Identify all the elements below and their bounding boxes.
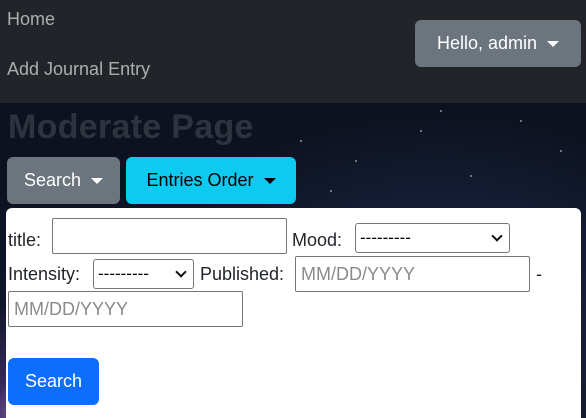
- caret-down-icon: [263, 177, 276, 184]
- intensity-select-value: ---------: [98, 264, 149, 283]
- caret-down-icon: [91, 177, 104, 184]
- published-to-input[interactable]: [8, 291, 243, 327]
- intensity-label: Intensity:: [8, 264, 81, 284]
- page-title: Moderate Page: [8, 108, 254, 146]
- nav-home-link[interactable]: Home: [7, 9, 55, 30]
- search-submit-button[interactable]: Search: [8, 358, 99, 405]
- entries-order-toggle-button[interactable]: Entries Order: [126, 157, 296, 204]
- mood-select-value: ---------: [360, 228, 411, 247]
- title-label: title:: [8, 230, 42, 250]
- search-form-card: title: Mood: --------- Intensity: ------…: [6, 208, 581, 418]
- intensity-select[interactable]: ---------: [93, 259, 194, 289]
- search-toggle-button[interactable]: Search: [7, 157, 120, 204]
- mood-label: Mood:: [292, 230, 343, 250]
- title-input[interactable]: [52, 218, 287, 254]
- user-menu-button[interactable]: Hello, admin: [415, 20, 581, 67]
- mood-select[interactable]: ---------: [355, 223, 510, 253]
- chevron-down-icon: [175, 266, 187, 278]
- caret-down-icon: [547, 40, 560, 47]
- published-label: Published:: [200, 264, 285, 284]
- entries-order-toggle-label: Entries Order: [146, 170, 254, 190]
- top-navbar: Home Add Journal Entry Hello, admin: [0, 0, 586, 103]
- date-range-separator: -: [536, 264, 542, 284]
- published-from-input[interactable]: [295, 256, 530, 292]
- search-toggle-label: Search: [23, 170, 82, 190]
- nav-add-journal-entry-link[interactable]: Add Journal Entry: [7, 59, 150, 80]
- user-menu-label: Hello, admin: [436, 33, 538, 53]
- chevron-down-icon: [491, 230, 503, 242]
